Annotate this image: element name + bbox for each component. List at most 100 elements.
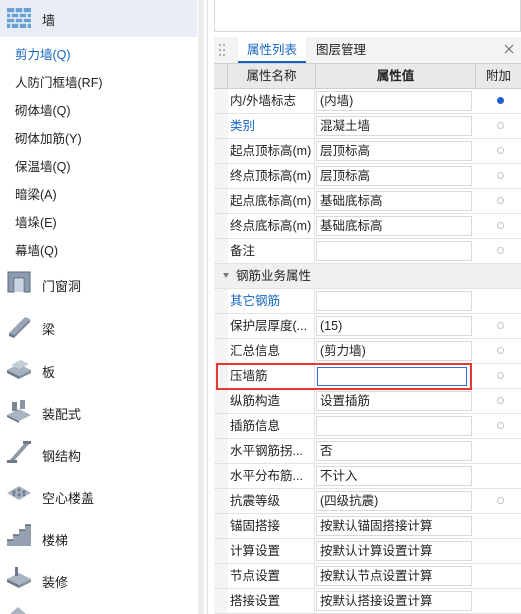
property-name: 计算设置 — [228, 539, 315, 563]
property-value[interactable]: 不计入 — [316, 466, 472, 486]
nav-item-masonry-wall[interactable]: 砌体墙(Q) — [15, 100, 71, 119]
panel-tabs: 属性列表 图层管理 — [214, 37, 521, 64]
property-row[interactable]: 内/外墙标志 (内墙) — [214, 89, 521, 114]
property-row[interactable]: 终点顶标高(m) 层顶标高 — [214, 164, 521, 189]
extra-cell — [482, 439, 521, 463]
property-value[interactable]: 按默认节点设置计算 — [316, 566, 472, 586]
property-value[interactable]: 层顶标高 — [316, 141, 472, 161]
row-gutter — [214, 339, 228, 363]
property-name: 抗震等级 — [228, 489, 315, 513]
property-row[interactable]: 起点顶标高(m) 层顶标高 — [214, 139, 521, 164]
property-value[interactable]: 按默认计算设置计算 — [316, 541, 472, 561]
nav-section-label: 装配式 — [42, 407, 82, 422]
nav-section-label: 门窗洞 — [42, 279, 82, 294]
tab-property-list[interactable]: 属性列表 — [238, 37, 307, 63]
property-value[interactable] — [316, 291, 472, 311]
property-row[interactable]: 压墙筋 — [214, 364, 521, 389]
extra-cell — [482, 139, 521, 163]
property-row[interactable]: 汇总信息 (剪力墙) — [214, 339, 521, 364]
prefab-icon — [7, 400, 31, 423]
close-icon[interactable] — [503, 43, 515, 55]
row-gutter — [214, 89, 228, 113]
property-row[interactable]: 水平分布筋... 不计入 — [214, 464, 521, 489]
nav-item-curtain-wall[interactable]: 幕墙(Q) — [15, 240, 58, 259]
extra-radio[interactable] — [497, 322, 504, 329]
extra-radio[interactable] — [497, 197, 504, 204]
extra-cell — [482, 564, 521, 588]
collapse-triangle-icon[interactable] — [223, 273, 229, 278]
extra-cell — [482, 314, 521, 338]
row-gutter — [214, 364, 228, 388]
nav-item-wall-pier[interactable]: 墙垛(E) — [15, 212, 57, 231]
property-value[interactable]: 基础底标高 — [316, 216, 472, 236]
property-value[interactable]: 基础底标高 — [316, 191, 472, 211]
row-gutter — [214, 564, 228, 588]
row-gutter — [214, 439, 228, 463]
extra-radio[interactable] — [497, 347, 504, 354]
extra-cell — [482, 339, 521, 363]
property-row[interactable]: 终点底标高(m) 基础底标高 — [214, 214, 521, 239]
property-value[interactable] — [316, 416, 472, 436]
property-value[interactable]: 混凝土墙 — [316, 116, 472, 136]
extra-radio[interactable] — [497, 247, 504, 254]
property-row[interactable]: 起点底标高(m) 基础底标高 — [214, 189, 521, 214]
property-value[interactable]: (内墙) — [316, 91, 472, 111]
extra-radio[interactable] — [497, 397, 504, 404]
nav-scrollbar[interactable] — [198, 0, 204, 614]
property-row[interactable]: 计算设置 按默认计算设置计算 — [214, 539, 521, 564]
property-value[interactable]: 按默认锚固搭接计算 — [316, 516, 472, 536]
property-value[interactable]: 设置插筋 — [316, 391, 472, 411]
extra-radio[interactable] — [497, 497, 504, 504]
nav-section-label: 钢结构 — [42, 449, 82, 464]
property-name: 纵筋构造 — [228, 389, 315, 413]
property-row[interactable]: 插筋信息 — [214, 414, 521, 439]
property-row[interactable]: 抗震等级 (四级抗震) — [214, 489, 521, 514]
property-value[interactable]: 否 — [316, 441, 472, 461]
property-value-input[interactable] — [317, 367, 467, 386]
row-gutter — [214, 189, 228, 213]
property-row[interactable]: 其它钢筋 — [214, 289, 521, 314]
property-value[interactable]: 按默认搭接设置计算 — [316, 591, 472, 611]
property-name[interactable]: 其它钢筋 — [228, 289, 315, 313]
property-value[interactable]: (剪力墙) — [316, 341, 472, 361]
property-row[interactable]: 搭接设置 按默认搭接设置计算 — [214, 589, 521, 614]
drag-grip-icon[interactable] — [218, 43, 226, 57]
property-name[interactable]: 类别 — [228, 114, 315, 138]
nav-item-hidden-beam[interactable]: 暗梁(A) — [15, 184, 57, 203]
extra-radio[interactable] — [497, 372, 504, 379]
header-extra: 附加 — [476, 64, 521, 89]
property-row[interactable]: 纵筋构造 设置插筋 — [214, 389, 521, 414]
extra-radio[interactable] — [497, 222, 504, 229]
extra-cell — [482, 589, 521, 613]
property-name: 保护层厚度(... — [228, 314, 315, 338]
property-value[interactable]: (四级抗震) — [316, 491, 472, 511]
nav-item-masonry-reinforcement[interactable]: 砌体加筋(Y) — [15, 128, 82, 147]
extra-cell — [482, 389, 521, 413]
nav-item-insulation-wall[interactable]: 保温墙(Q) — [15, 156, 71, 175]
extra-radio[interactable] — [497, 422, 504, 429]
property-name: 锚固搭接 — [228, 514, 315, 538]
extra-radio[interactable] — [497, 97, 504, 104]
tab-layer-management[interactable]: 图层管理 — [307, 37, 375, 63]
extra-radio[interactable] — [497, 147, 504, 154]
property-row[interactable]: 锚固搭接 按默认锚固搭接计算 — [214, 514, 521, 539]
door-window-icon — [7, 271, 31, 293]
stairs-icon — [7, 524, 31, 546]
property-name: 插筋信息 — [228, 414, 315, 438]
property-row[interactable]: 水平钢筋拐... 否 — [214, 439, 521, 464]
property-row[interactable]: 节点设置 按默认节点设置计算 — [214, 564, 521, 589]
nav-item-civil-defense-door-wall[interactable]: 人防门框墙(RF) — [15, 72, 103, 91]
wall-icon — [7, 8, 31, 28]
extra-radio[interactable] — [497, 122, 504, 129]
rebar-group-header[interactable]: 钢筋业务属性 — [214, 264, 521, 289]
property-value[interactable]: 层顶标高 — [316, 166, 472, 186]
extra-radio[interactable] — [497, 172, 504, 179]
property-row[interactable]: 备注 — [214, 239, 521, 264]
extra-cell — [482, 514, 521, 538]
property-value[interactable] — [316, 241, 472, 261]
property-row[interactable]: 保护层厚度(... (15) — [214, 314, 521, 339]
property-row[interactable]: 类别 混凝土墙 — [214, 114, 521, 139]
extra-cell — [482, 489, 521, 513]
property-value[interactable]: (15) — [316, 316, 472, 336]
nav-item-shear-wall[interactable]: 剪力墙(Q) — [15, 44, 71, 63]
